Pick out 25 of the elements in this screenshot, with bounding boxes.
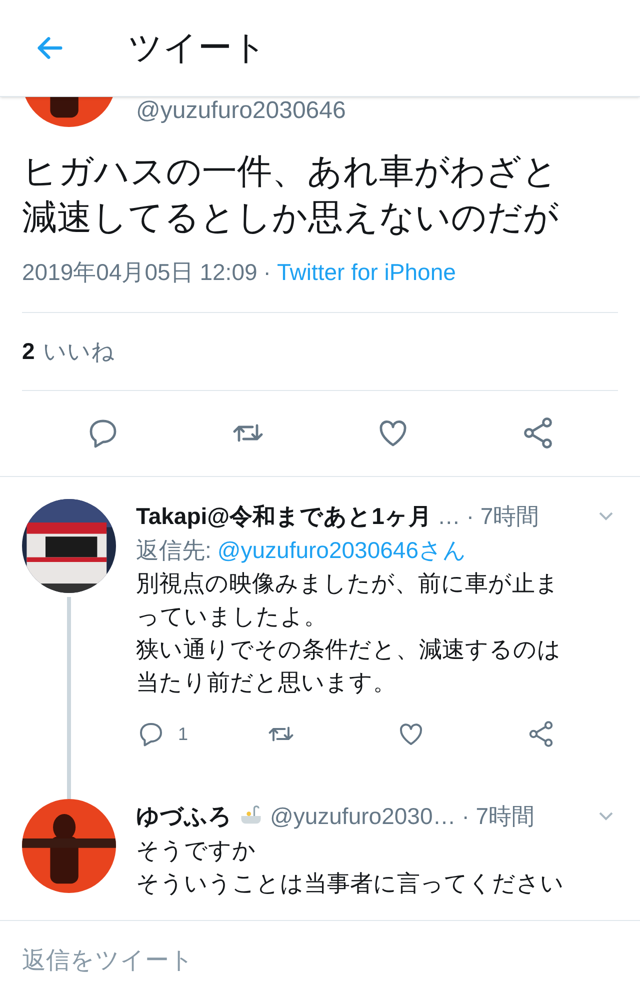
reply-text-line: 当たり前だと思います。	[136, 668, 397, 697]
reply-text-line: そういうことは当事者に言ってください	[136, 868, 565, 898]
source-link[interactable]: Twitter for iPhone	[276, 255, 456, 290]
post-time: · 7時間	[462, 802, 535, 831]
reply-text-line: 狭い通りでその条件だと、減速するのは	[136, 635, 562, 664]
user-name: Takapi@令和まであと1ヶ月	[136, 502, 432, 531]
user-handle: @yuzufuro2030…	[270, 802, 456, 831]
separator-dot: ·	[263, 258, 271, 287]
user-handle: …	[437, 502, 460, 530]
reply-text-line: そうですか	[136, 836, 257, 864]
timestamp: 2019年04月05日 12:09	[22, 258, 258, 287]
user-handle: @yuzufuro2030646	[136, 97, 346, 125]
user-name: ゆづふろ	[136, 802, 232, 831]
tweet-text-line: ヒガハスの一件、あれ車がわざと	[22, 151, 559, 193]
reply-input-field[interactable]: 返信をツイート	[22, 942, 618, 978]
likes-count: 2	[22, 336, 35, 366]
reply-to-label: 返信先:	[136, 536, 212, 565]
post-time: · 7時間	[466, 502, 540, 530]
likes-label: いいね	[42, 336, 115, 366]
reply-text-line: っていましたよ。	[136, 602, 328, 631]
reply-text-line: 別視点の映像みましたが、前に車が止ま	[136, 569, 560, 598]
mention-link[interactable]: @yuzufuro2030646さん	[217, 533, 466, 567]
reply-count: 1	[178, 722, 188, 746]
window-title: ツイート	[128, 28, 267, 68]
tweet-text-line: 減速してるとしか思えないのだが	[22, 197, 560, 239]
